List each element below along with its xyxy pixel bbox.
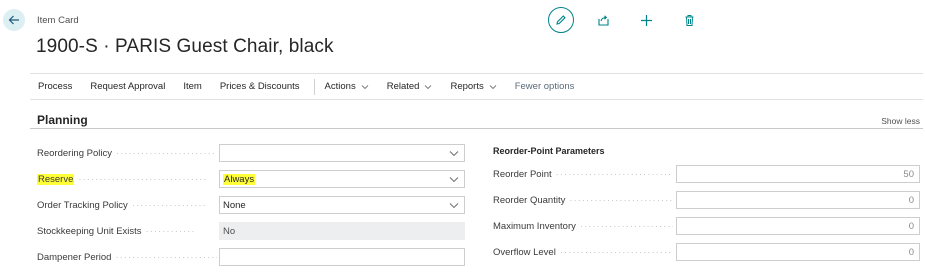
field-label-stockkeeping-unit-exists: Stockkeeping Unit Exists ············ <box>37 226 196 237</box>
reorder-point-parameters-heading: Reorder-Point Parameters <box>493 146 605 156</box>
action-related-label: Related <box>386 81 420 92</box>
action-process[interactable]: Process <box>38 81 72 92</box>
reordering-policy-select[interactable] <box>219 144 465 162</box>
action-reports-label: Reports <box>450 81 484 92</box>
share-icon <box>597 14 609 26</box>
reorder-point-input[interactable]: 50 <box>676 165 920 183</box>
edit-button[interactable] <box>548 7 574 33</box>
field-label-reorder-quantity: Reorder Quantity ························… <box>493 195 673 206</box>
chevron-down-icon <box>425 84 432 89</box>
action-actions-menu[interactable]: Actions <box>325 81 369 92</box>
field-label-order-tracking-policy: Order Tracking Policy ·················· <box>37 200 207 211</box>
chevron-down-icon <box>489 84 497 89</box>
section-title-planning: Planning <box>37 113 88 127</box>
action-reports-menu[interactable]: Reports <box>450 81 497 92</box>
action-related-menu[interactable]: Related <box>387 81 433 92</box>
order-tracking-policy-value: None <box>223 199 246 211</box>
action-bar: Process Request Approval Item Prices & D… <box>30 73 923 100</box>
pencil-icon <box>556 15 566 25</box>
back-button[interactable] <box>3 9 25 31</box>
field-label-reserve: Reserve ······························· <box>37 174 208 185</box>
chevron-down-icon <box>449 151 459 157</box>
arrow-left-icon <box>8 15 19 25</box>
dampener-period-input[interactable] <box>219 248 465 266</box>
reorder-quantity-input[interactable]: 0 <box>676 191 920 209</box>
field-label-dampener-period: Dampener Period ························· <box>37 252 217 263</box>
new-button[interactable] <box>638 12 654 28</box>
action-item[interactable]: Item <box>183 81 201 92</box>
action-request-approval[interactable]: Request Approval <box>90 81 165 92</box>
share-button[interactable] <box>595 12 611 28</box>
overflow-level-input[interactable]: 0 <box>676 243 920 261</box>
action-separator <box>313 78 315 95</box>
reorder-quantity-value: 0 <box>908 194 914 206</box>
reserve-value: Always <box>223 173 256 185</box>
chevron-down-icon <box>449 203 459 209</box>
page-title: 1900-S · PARIS Guest Chair, black <box>36 36 334 57</box>
field-label-maximum-inventory: Maximum Inventory·······················… <box>493 221 673 232</box>
action-prices-discounts[interactable]: Prices & Discounts <box>220 81 300 92</box>
overflow-level-value: 0 <box>908 246 914 258</box>
stockkeeping-unit-exists-field: No <box>219 222 465 240</box>
order-tracking-policy-select[interactable]: None <box>219 196 465 214</box>
action-actions-label: Actions <box>324 81 356 92</box>
chevron-down-icon <box>449 177 459 183</box>
field-label-reordering-policy: Reordering Policy ·······················… <box>37 148 217 159</box>
maximum-inventory-input[interactable]: 0 <box>676 217 920 235</box>
chevron-down-icon <box>361 84 369 89</box>
show-less-link[interactable]: Show less <box>881 116 920 126</box>
reorder-point-value: 50 <box>903 168 914 180</box>
field-label-reorder-point: Reorder Point ···························… <box>493 169 673 180</box>
field-label-overflow-level: Overflow Level ··························… <box>493 247 673 258</box>
reserve-select[interactable]: Always <box>219 170 465 188</box>
page-caption: Item Card <box>37 15 79 26</box>
fewer-options-button[interactable]: Fewer options <box>515 81 575 92</box>
delete-button[interactable] <box>681 12 697 28</box>
section-divider <box>30 128 923 129</box>
maximum-inventory-value: 0 <box>908 220 914 232</box>
plus-icon <box>640 14 652 26</box>
trash-icon <box>685 14 693 26</box>
stockkeeping-unit-exists-value: No <box>223 225 236 237</box>
